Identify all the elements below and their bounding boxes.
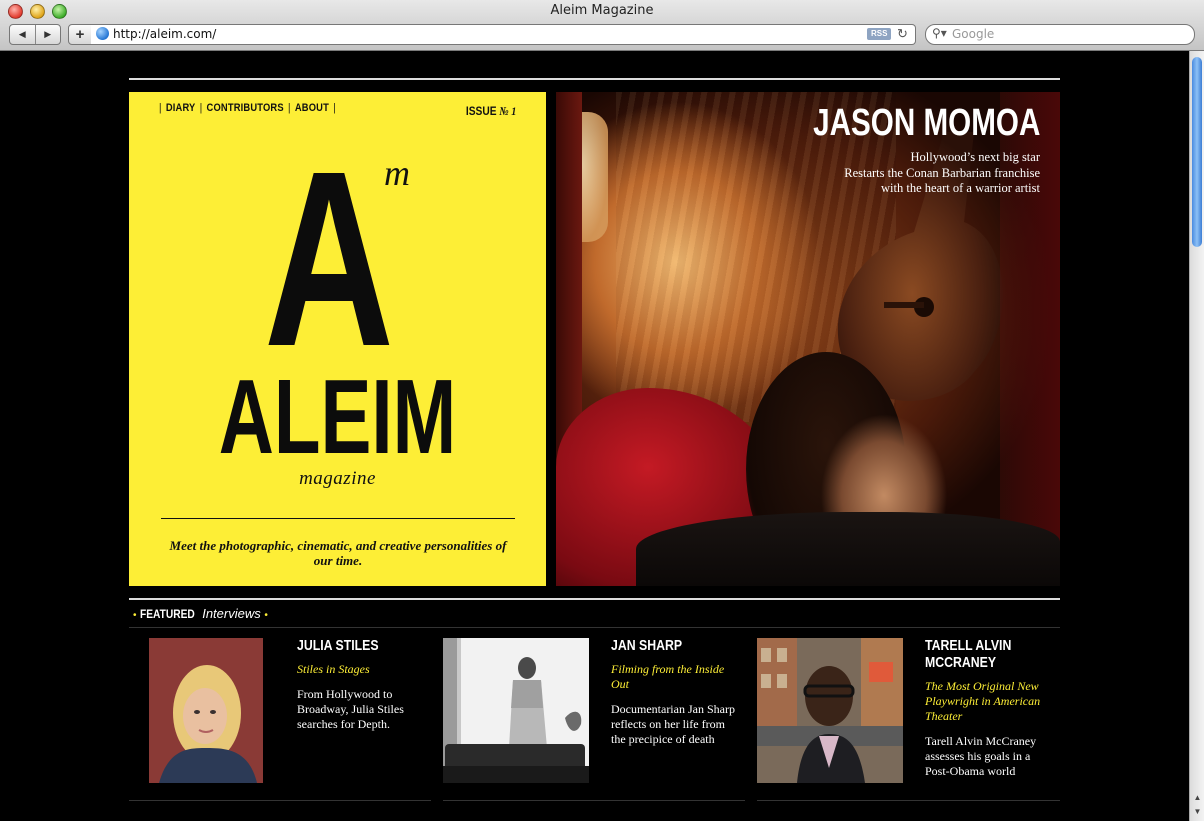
back-button[interactable]: ◀	[10, 25, 35, 44]
reload-button[interactable]: ↻	[897, 26, 908, 42]
forward-button[interactable]: ▶	[34, 25, 61, 44]
globe-icon	[96, 27, 109, 40]
featured-divider	[129, 598, 1060, 600]
top-divider	[129, 78, 1060, 80]
interviews-label: Interviews	[202, 606, 261, 621]
logo-letter: A	[264, 119, 394, 398]
cover-nav: | DIARY | CONTRIBUTORS | ABOUT |	[159, 102, 336, 114]
nav-about-link[interactable]: ABOUT	[295, 102, 329, 114]
brand-title: ALEIM	[218, 358, 457, 476]
interview-info: JAN SHARP Filming from the Inside Out Do…	[611, 637, 735, 747]
interview-description: From Hollywood to Broadway, Julia Stiles…	[297, 687, 404, 731]
window-title: Aleim Magazine	[550, 3, 654, 18]
card-divider	[757, 800, 1060, 801]
issue-label: ISSUE	[465, 104, 497, 118]
interview-name[interactable]: JAN SHARP	[611, 637, 713, 654]
nav-diary-link[interactable]: DIARY	[166, 102, 196, 114]
address-bar[interactable]: http://aleim.com/ RSS ↻	[91, 24, 916, 45]
interview-card[interactable]: TARELL ALVIN MCCRANEY The Most Original …	[757, 637, 1059, 798]
interview-description: Tarell Alvin McCraney assesses his goals…	[925, 734, 1037, 778]
interview-card[interactable]: JAN SHARP Filming from the Inside Out Do…	[443, 637, 745, 798]
add-bookmark-icon: +	[75, 26, 85, 43]
history-nav: ◀ ▶	[9, 24, 61, 45]
bullet-icon: •	[264, 610, 268, 621]
interview-description: Documentarian Jan Sharp reflects on her …	[611, 702, 735, 746]
bullet-icon: •	[133, 610, 137, 621]
cover-divider	[161, 518, 515, 519]
featured-label: FEATURED	[140, 607, 195, 621]
url-text[interactable]: http://aleim.com/	[113, 27, 216, 41]
nav-contributors-link[interactable]: CONTRIBUTORS	[207, 102, 284, 114]
search-icon: ⚲▾	[932, 26, 947, 40]
interview-thumbnail[interactable]	[149, 638, 263, 783]
interview-thumbnail[interactable]	[757, 638, 903, 783]
hero-desc-line: Hollywood’s next big star	[910, 150, 1040, 164]
interview-card[interactable]: JULIA STILES Stiles in Stages From Holly…	[149, 637, 451, 798]
hero-feature-image[interactable]: JASON MOMOA Hollywood’s next big star Re…	[556, 92, 1060, 586]
interview-info: TARELL ALVIN MCCRANEY The Most Original …	[925, 637, 1057, 779]
card-divider	[443, 800, 745, 801]
subject-shirt	[636, 512, 1060, 586]
featured-underline	[129, 627, 1060, 628]
search-placeholder: Google	[952, 27, 995, 41]
interview-name[interactable]: JULIA STILES	[297, 637, 394, 654]
featured-heading: • FEATURED Interviews •	[133, 606, 268, 621]
search-field[interactable]: ⚲▾ Google	[925, 24, 1195, 45]
cover-tagline: Meet the photographic, cinematic, and cr…	[169, 538, 507, 568]
hero-desc-line: with the heart of a warrior artist	[881, 181, 1040, 195]
magazine-cover: | DIARY | CONTRIBUTORS | ABOUT | ISSUE № 1 A m…	[129, 92, 546, 586]
vertical-scrollbar[interactable]: ▲ ▼	[1189, 51, 1204, 821]
jan-sharp-photo	[443, 638, 589, 783]
issue-number: ISSUE № 1	[466, 104, 516, 119]
hero-desc-line: Restarts the Conan Barbarian franchise	[844, 165, 1040, 180]
add-bookmark-button[interactable]: +	[68, 24, 92, 45]
brand-subtitle: magazine	[299, 468, 376, 489]
julia-stiles-photo	[149, 638, 263, 783]
hero-description: Hollywood’s next big star Restarts the C…	[844, 150, 1040, 197]
scrollbar-thumb[interactable]	[1192, 57, 1202, 247]
hero-title[interactable]: JASON MOMOA	[813, 102, 1040, 145]
reload-icon: ↻	[897, 26, 908, 41]
interview-subtitle[interactable]: Stiles in Stages	[297, 662, 415, 677]
rss-button[interactable]: RSS	[867, 28, 892, 40]
browser-toolbar: Aleim Magazine ◀ ▶ + http://aleim.com/ R…	[0, 0, 1204, 51]
issue-value: № 1	[499, 104, 516, 118]
logo-superscript: m	[384, 153, 410, 193]
interview-thumbnail[interactable]	[443, 638, 589, 783]
interview-name[interactable]: TARELL ALVIN MCCRANEY	[925, 637, 1048, 671]
interview-info: JULIA STILES Stiles in Stages From Holly…	[297, 637, 415, 732]
interview-subtitle[interactable]: Filming from the Inside Out	[611, 662, 735, 692]
forward-icon: ▶	[44, 29, 52, 39]
card-divider	[129, 800, 431, 801]
scroll-down-arrow[interactable]: ▼	[1190, 807, 1204, 816]
back-icon: ◀	[18, 29, 26, 39]
tarell-mccraney-photo	[757, 638, 903, 783]
scroll-up-arrow[interactable]: ▲	[1190, 793, 1204, 802]
interview-subtitle[interactable]: The Most Original New Playwright in Amer…	[925, 679, 1057, 724]
